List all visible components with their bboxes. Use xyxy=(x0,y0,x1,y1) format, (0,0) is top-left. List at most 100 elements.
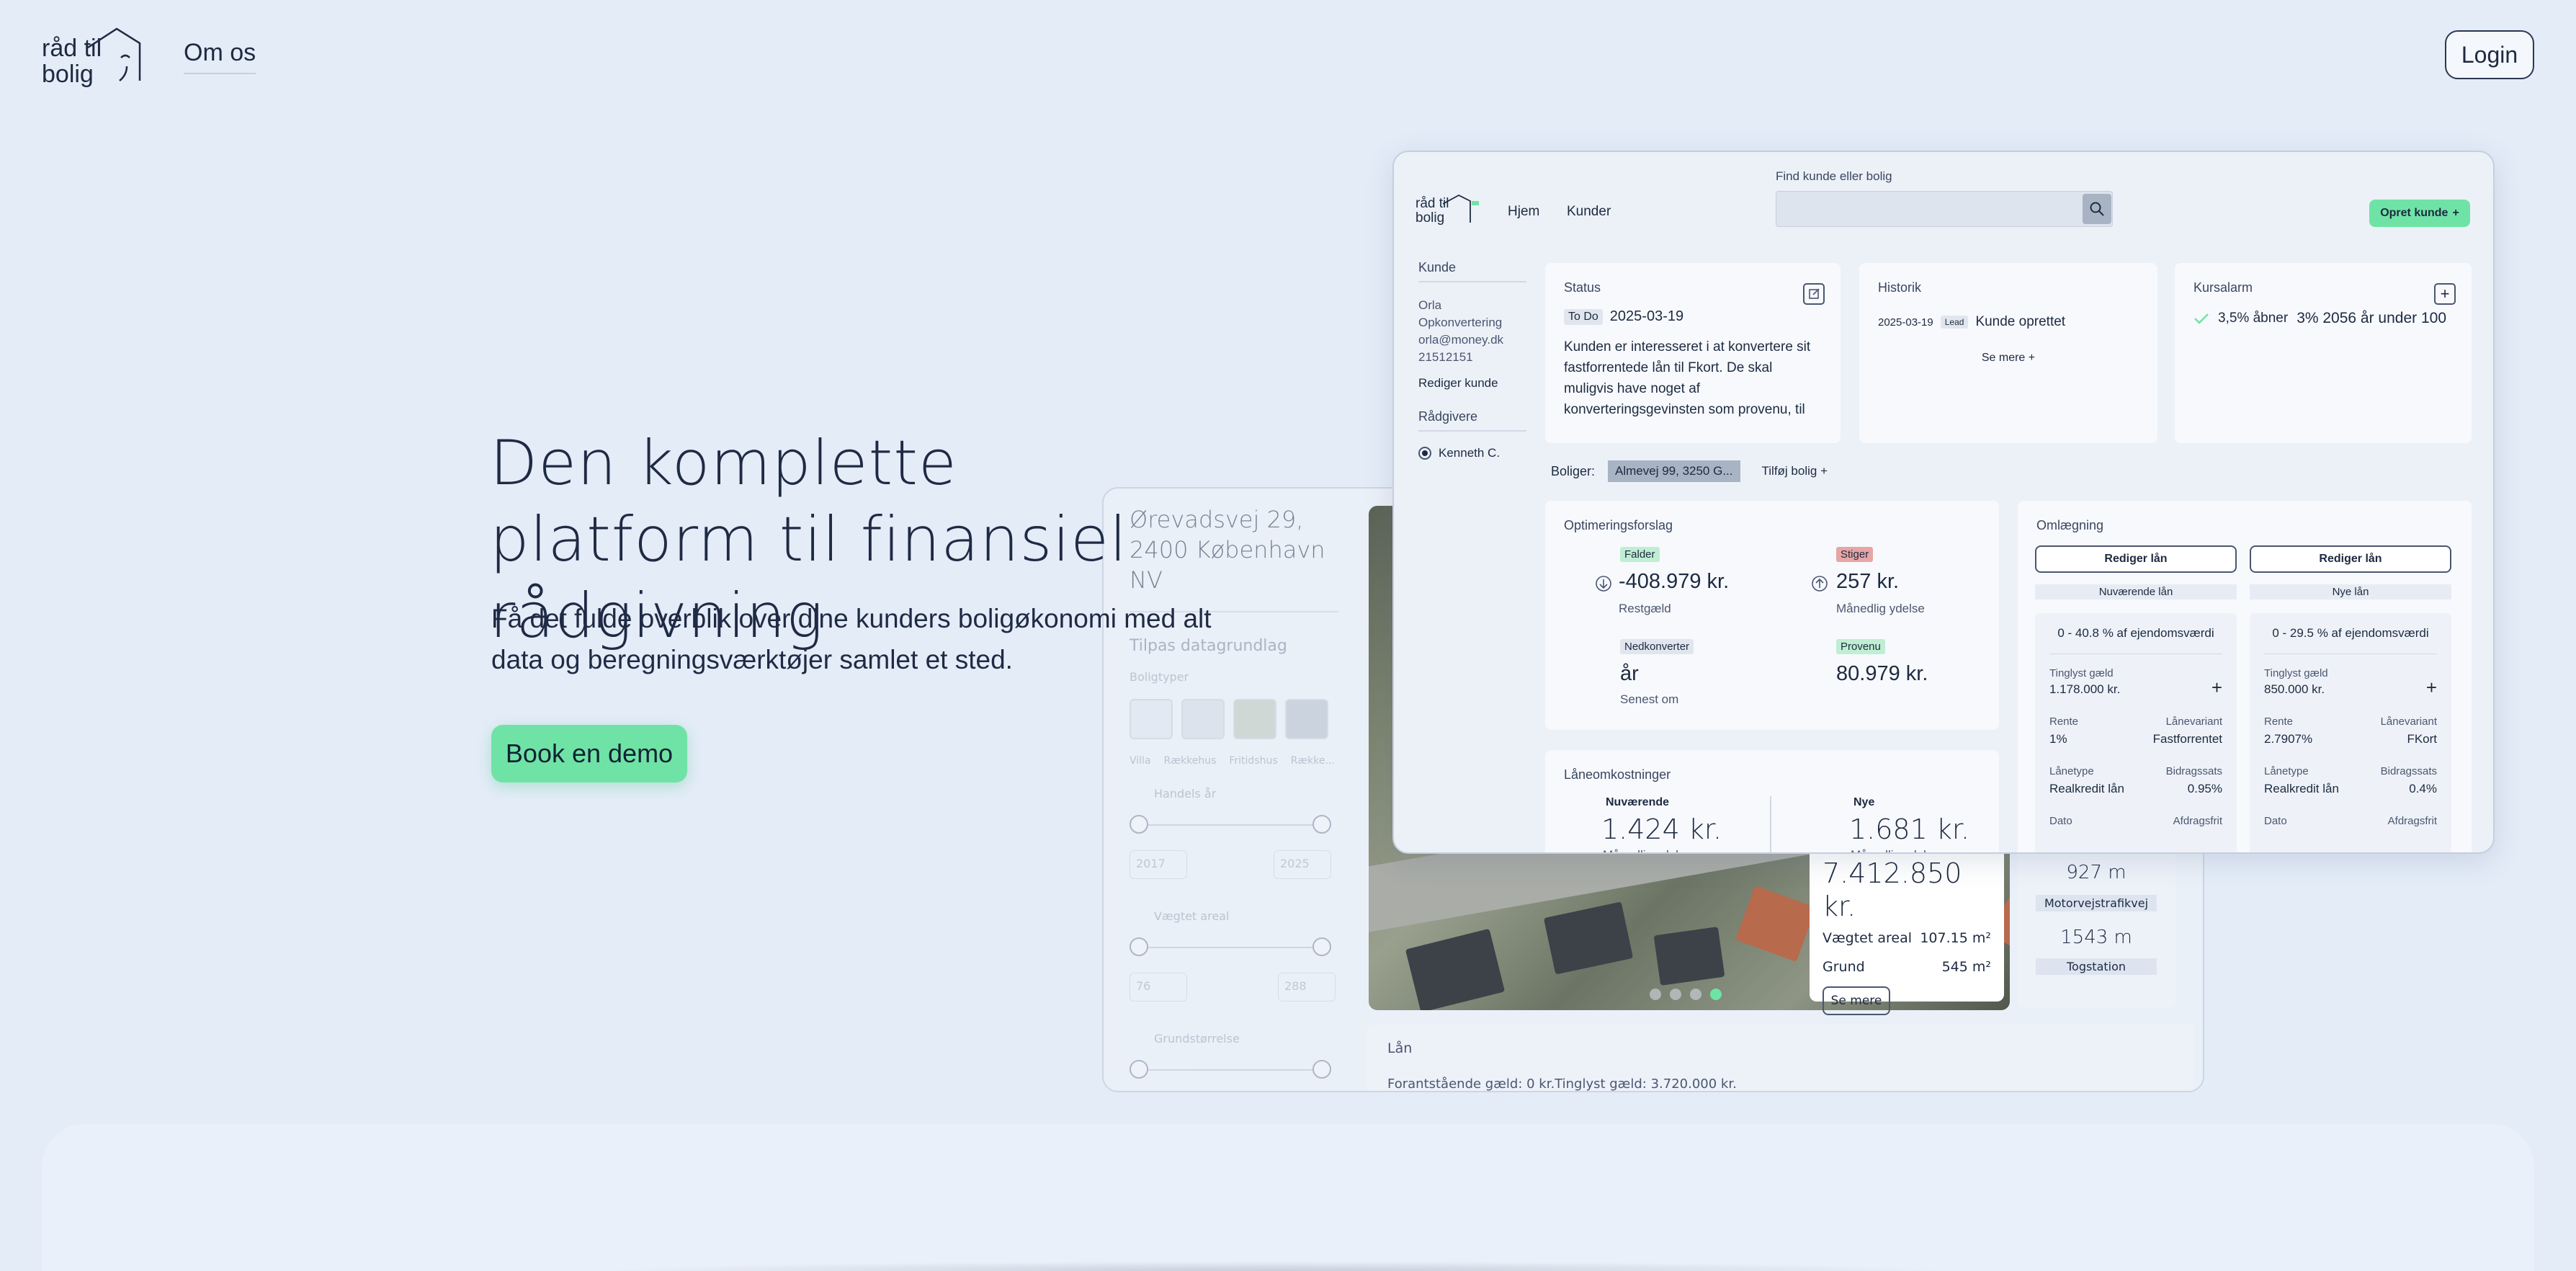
add-property-label: Tilføj bolig xyxy=(1761,464,1817,478)
current-type-value: Realkredit lån xyxy=(2049,782,2124,795)
search-icon xyxy=(2090,202,2104,216)
optim-tag-downconvert: Nedkonverter xyxy=(1620,639,1694,654)
type-row-label: Række... xyxy=(1290,755,1335,767)
distances-panel: 927 m Motorvejstrafikvej 1543 m Togstati… xyxy=(2017,849,2175,1007)
townhouse-type-tile[interactable] xyxy=(1181,699,1225,739)
current-date-label: Dato xyxy=(2049,815,2072,827)
book-demo-button[interactable]: Book en demo xyxy=(491,725,687,782)
app-logo[interactable]: råd til bolig xyxy=(1416,194,1480,233)
plus-icon: + xyxy=(2452,207,2459,219)
edit-current-loan-button[interactable]: Rediger lån xyxy=(2035,545,2237,573)
current-rate-value: 1% xyxy=(2049,732,2067,746)
optim-value-monthly: 257 kr. xyxy=(1836,570,1900,593)
area-to-input[interactable]: 288 xyxy=(1278,973,1336,1002)
see-more-button[interactable]: Se mere xyxy=(1823,986,1890,1015)
rate-alarm-panel: Kursalarm + 3,5% åbner 3% 2056 år under … xyxy=(2175,263,2472,443)
new-free-label: Afdragsfrit xyxy=(2387,815,2437,827)
type-holiday-label: Fritidshus xyxy=(1229,755,1278,767)
current-loan-card: 0 - 40.8 % af ejendomsværdi Tinglyst gæl… xyxy=(2035,613,2237,852)
trade-year-from-input[interactable]: 2017 xyxy=(1130,850,1187,879)
history-see-more-label: Se mere xyxy=(1981,352,2026,364)
status-date: 2025-03-19 xyxy=(1609,308,1684,324)
carousel-dot[interactable] xyxy=(1670,989,1681,1000)
loan-title: Lån xyxy=(1387,1040,1413,1056)
trade-year-min-handle[interactable] xyxy=(1130,815,1148,834)
plot-max-handle[interactable] xyxy=(1312,1060,1331,1079)
new-loan-card: 0 - 29.5 % af ejendomsværdi Tinglyst gæl… xyxy=(2250,613,2451,852)
login-button[interactable]: Login xyxy=(2445,30,2534,79)
app-logo-line2: bolig xyxy=(1416,210,1445,226)
advisor-radio[interactable] xyxy=(1418,447,1431,460)
current-loan-range: 0 - 40.8 % af ejendomsværdi xyxy=(2049,626,2222,654)
costs-current-heading: Nuværende xyxy=(1606,796,1670,808)
history-see-more[interactable]: Se mere + xyxy=(1878,352,2139,365)
current-add-icon[interactable]: + xyxy=(2211,678,2222,697)
plot-value: 545 m² xyxy=(1941,959,1991,975)
nav-home[interactable]: Hjem xyxy=(1508,204,1539,220)
history-date: 2025-03-19 xyxy=(1878,316,1933,329)
loan-summary: Forantstående gæld: 0 kr.Tinglyst gæld: … xyxy=(1387,1076,1737,1092)
logo[interactable]: råd til bolig xyxy=(42,26,141,88)
weighted-area-value: 107.15 m² xyxy=(1920,930,1991,946)
new-loan-label: Nye lån xyxy=(2250,584,2451,599)
costs-new-value: 1.681 kr. xyxy=(1849,813,1970,845)
distance-train-value: 1543 m xyxy=(2060,927,2132,948)
customer-sidebar: Kunde Orla Opkonvertering orla@money.dk … xyxy=(1418,260,1526,460)
create-customer-button[interactable]: Opret kunde + xyxy=(2369,200,2470,227)
costs-current-value: 1.424 kr. xyxy=(1601,813,1722,845)
arrow-down-circle-icon xyxy=(1596,576,1611,592)
plot-min-handle[interactable] xyxy=(1130,1060,1148,1079)
history-panel: Historik 2025-03-19 Lead Kunde oprettet … xyxy=(1859,263,2157,443)
trade-year-to-input[interactable]: 2025 xyxy=(1274,850,1331,879)
current-rate-label: Rente xyxy=(2049,715,2079,728)
optimization-panel: Optimeringsforslag Falder -408.979 kr. R… xyxy=(1545,501,1999,730)
edit-status-icon[interactable] xyxy=(1803,283,1825,305)
area-max-handle[interactable] xyxy=(1312,937,1331,956)
estimate-value: 7.412.850 kr. xyxy=(1823,857,1962,922)
holiday-house-type-tile[interactable] xyxy=(1233,699,1276,739)
current-free-label: Afdragsfrit xyxy=(2173,815,2222,827)
carousel-dot[interactable] xyxy=(1690,989,1701,1000)
search-input[interactable] xyxy=(1776,191,2113,227)
customer-company: Opkonvertering xyxy=(1418,316,1503,329)
loan-costs-panel: Låneomkostninger Nuværende 1.424 kr. Mån… xyxy=(1545,750,1999,852)
distance-motorway-value: 927 m xyxy=(2066,862,2126,883)
customer-email: orla@money.dk xyxy=(1418,333,1504,347)
costs-new-label: Månedlig ydelse xyxy=(1851,848,1939,852)
history-title: Historik xyxy=(1878,280,1922,295)
status-note: Kunden er interesseret i at konvertere s… xyxy=(1564,339,1811,417)
carousel-dot-active[interactable] xyxy=(1710,989,1722,1000)
villa-type-tile[interactable] xyxy=(1130,699,1173,739)
plot-key: Grund xyxy=(1823,959,1865,975)
nav-customers[interactable]: Kunder xyxy=(1567,204,1611,220)
current-loan-label: Nuværende lån xyxy=(2035,584,2237,599)
distance-train-label: Togstation xyxy=(2036,958,2157,975)
selected-property-chip[interactable]: Almevej 99, 3250 G... xyxy=(1608,460,1740,482)
edit-customer-link[interactable]: Rediger kunde xyxy=(1418,376,1526,391)
optim-tag-falls: Falder xyxy=(1620,547,1660,562)
new-debt-label: Tinglyst gæld xyxy=(2264,667,2328,679)
loan-costs-title: Låneomkostninger xyxy=(1564,767,1671,782)
edit-new-loan-button[interactable]: Rediger lån xyxy=(2250,545,2451,573)
add-property-button[interactable]: Tilføj bolig + xyxy=(1762,464,1828,478)
nav-about-link[interactable]: Om os xyxy=(184,39,256,74)
weighted-area-label: Vægtet areal xyxy=(1154,909,1230,923)
new-variant-value: FKort xyxy=(2407,732,2437,746)
area-from-input[interactable]: 76 xyxy=(1130,973,1187,1002)
area-min-handle[interactable] xyxy=(1130,937,1148,956)
row-house-type-tile[interactable] xyxy=(1285,699,1328,739)
carousel-dot[interactable] xyxy=(1650,989,1661,1000)
optim-label-remaining-debt: Restgæld xyxy=(1619,602,1671,615)
next-section xyxy=(42,1124,2534,1271)
optim-tag-proceeds: Provenu xyxy=(1836,639,1885,654)
search-button[interactable] xyxy=(2083,194,2111,224)
history-entry: Kunde oprettet xyxy=(1975,314,2066,329)
loan-strip: Lån Forantstående gæld: 0 kr.Tinglyst gæ… xyxy=(1367,1025,2194,1092)
properties-label: Boliger: xyxy=(1551,463,1596,478)
current-variant-value: Fastforrentet xyxy=(2152,732,2222,746)
new-add-icon[interactable]: + xyxy=(2426,678,2437,697)
new-debt-value: 850.000 kr. xyxy=(2264,682,2325,696)
add-alarm-icon[interactable]: + xyxy=(2434,283,2456,305)
trade-year-max-handle[interactable] xyxy=(1312,815,1331,834)
costs-new-heading: Nye xyxy=(1853,796,1875,808)
